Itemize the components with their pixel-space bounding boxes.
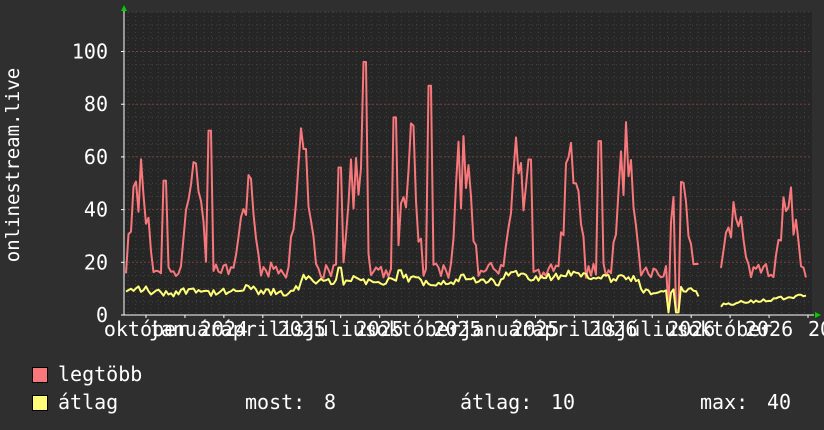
y-tick-label: 100 xyxy=(72,40,108,64)
y-tick-label: 40 xyxy=(84,198,108,222)
x-tick-labels: októberjanuár2024április2025július2025ok… xyxy=(104,315,824,341)
stat-now-value: 8 xyxy=(324,390,337,414)
y-axis-arrow xyxy=(121,5,127,11)
legend-swatch-legtobb xyxy=(32,367,48,383)
stat-avg-label: átlag: xyxy=(460,390,533,414)
legend-label-legtobb: legtöbb xyxy=(58,362,143,386)
stat-max-label: max: xyxy=(700,390,749,414)
y-tick-label: 80 xyxy=(84,92,108,116)
stat-now-label: most: xyxy=(245,390,306,414)
x-tick-label: 2026 xyxy=(745,317,793,341)
stat-max-value: 40 xyxy=(767,390,792,414)
legend-label-atlag: átlag xyxy=(58,390,119,414)
y-axis-label: onlinestream.live xyxy=(2,68,24,262)
stat-avg-value: 10 xyxy=(551,390,576,414)
legend-swatch-atlag xyxy=(32,395,48,411)
x-tick-label: 20 xyxy=(808,317,824,341)
y-tick-label: 20 xyxy=(84,250,108,274)
y-tick-labels: 020406080100 xyxy=(72,40,124,327)
y-tick-label: 60 xyxy=(84,145,108,169)
